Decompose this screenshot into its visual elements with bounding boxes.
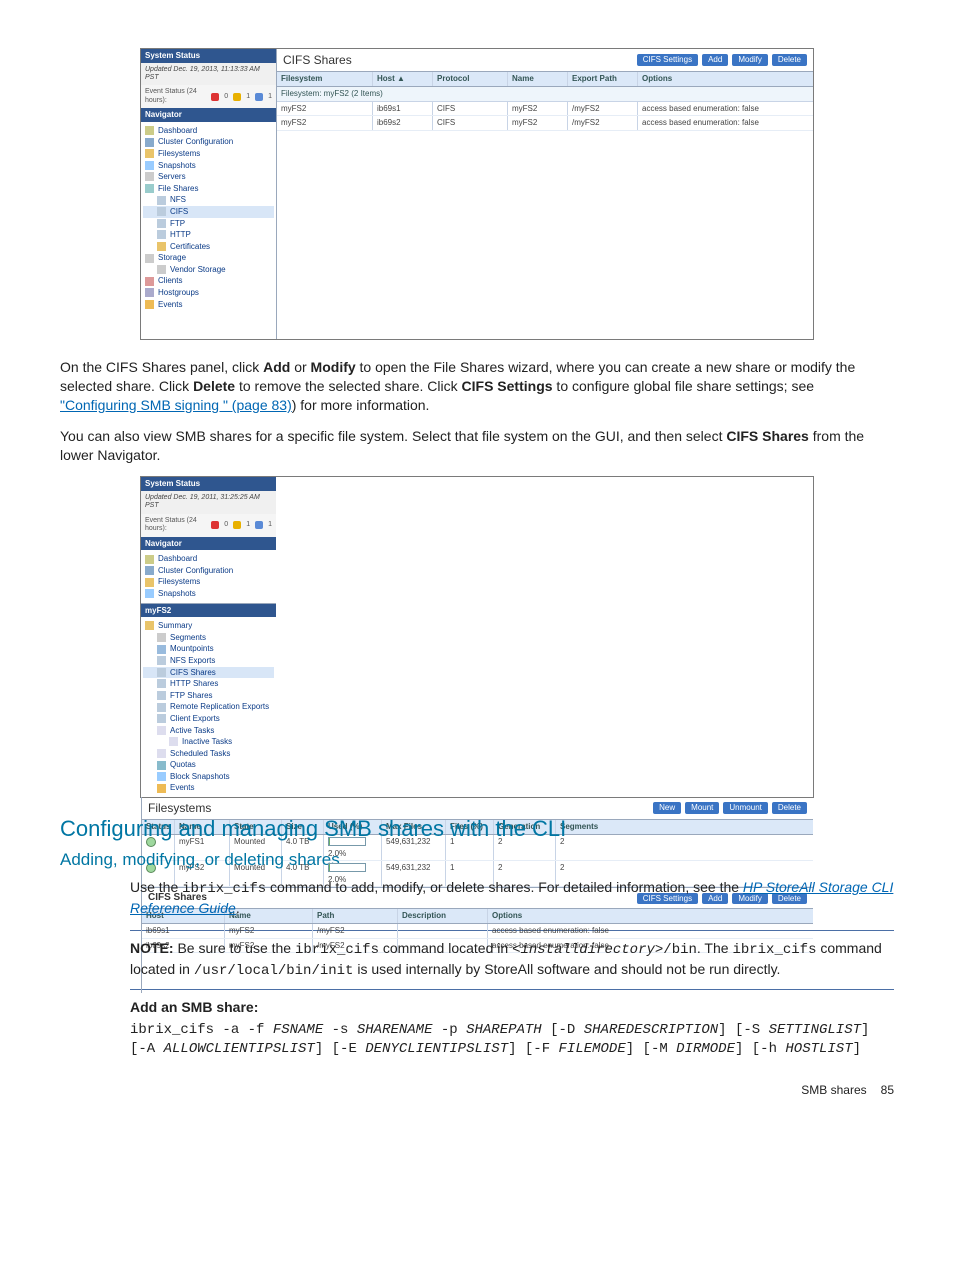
table-row[interactable]: ib69s1myFS2/myFS2access based enumeratio… — [142, 924, 813, 939]
page-footer: SMB shares85 — [60, 1083, 894, 1097]
subnav-summary[interactable]: Summary — [143, 620, 274, 632]
event-status-icons: 0 1 1 — [211, 521, 272, 529]
system-status-title: System Status — [141, 49, 276, 63]
delete-button[interactable]: Delete — [772, 54, 807, 66]
nav-cifs[interactable]: CIFS — [143, 206, 274, 218]
navigator-title: Navigator — [141, 537, 276, 551]
panel-title-cifs: CIFS Shares — [283, 53, 352, 67]
cifs-shares-screenshot: System Status Updated Dec. 19, 2013, 11:… — [140, 48, 814, 340]
add-smb-share-heading: Add an SMB share: — [130, 998, 894, 1017]
nav-snapshots[interactable]: Snapshots — [143, 588, 274, 600]
nav-cluster-config[interactable]: Cluster Configuration — [143, 565, 274, 577]
subnav-cifs-shares[interactable]: CIFS Shares — [143, 667, 274, 679]
mount-button[interactable]: Mount — [685, 802, 719, 814]
nav-http[interactable]: HTTP — [143, 229, 274, 241]
subnav-http-shares[interactable]: HTTP Shares — [143, 678, 274, 690]
nav-hostgroups[interactable]: Hostgroups — [143, 287, 274, 299]
code-block: ibrix_cifs -a -f FSNAME -s SHARENAME -p … — [130, 1021, 894, 1059]
cifs-settings-button[interactable]: CIFS Settings — [637, 54, 698, 66]
subnav-ftp-shares[interactable]: FTP Shares — [143, 690, 274, 702]
fs-subnav-title: myFS2 — [141, 603, 276, 618]
subnav-scheduled-tasks[interactable]: Scheduled Tasks — [143, 748, 274, 760]
subnav-client-exports[interactable]: Client Exports — [143, 713, 274, 725]
subnav-mountpoints[interactable]: Mountpoints — [143, 643, 274, 655]
table-row[interactable]: myFS2ib69s1CIFSmyFS2/myFS2access based e… — [277, 102, 813, 117]
subnav-block-snapshots[interactable]: Block Snapshots — [143, 771, 274, 783]
navigator-tree: Dashboard Cluster Configuration Filesyst… — [141, 122, 276, 339]
nav-cluster-config[interactable]: Cluster Configuration — [143, 136, 274, 148]
nav-file-shares[interactable]: File Shares — [143, 183, 274, 195]
subnav-active-tasks[interactable]: Active Tasks — [143, 725, 274, 737]
nav-snapshots[interactable]: Snapshots — [143, 160, 274, 172]
nav-filesystems[interactable]: Filesystems — [143, 148, 274, 160]
subnav-events[interactable]: Events — [143, 782, 274, 794]
add-button[interactable]: Add — [702, 54, 728, 66]
nav-servers[interactable]: Servers — [143, 171, 274, 183]
event-status-icons: 0 1 1 — [211, 93, 272, 101]
note-paragraph: NOTE: Be sure to use the ibrix_cifs comm… — [130, 939, 894, 981]
body-paragraph: You can also view SMB shares for a speci… — [60, 427, 894, 465]
updated-timestamp: Updated Dec. 19, 2011, 31:25:25 AM PST — [141, 491, 276, 514]
system-status-title: System Status — [141, 477, 276, 491]
nav-nfs[interactable]: NFS — [143, 194, 274, 206]
cifs-grid-header: Filesystem Host ▲ Protocol Name Export P… — [277, 72, 813, 87]
navigator-title: Navigator — [141, 108, 276, 122]
nav-dashboard[interactable]: Dashboard — [143, 553, 274, 565]
modify-button[interactable]: Modify — [732, 54, 768, 66]
delete-button[interactable]: Delete — [772, 802, 807, 814]
nav-clients[interactable]: Clients — [143, 275, 274, 287]
nav-storage[interactable]: Storage — [143, 252, 274, 264]
body-paragraph: On the CIFS Shares panel, click Add or M… — [60, 358, 894, 415]
nav-events[interactable]: Events — [143, 299, 274, 311]
new-button[interactable]: New — [653, 802, 681, 814]
subnav-remote-replication[interactable]: Remote Replication Exports — [143, 701, 274, 713]
nav-certificates[interactable]: Certificates — [143, 241, 274, 253]
subnav-quotas[interactable]: Quotas — [143, 759, 274, 771]
nav-filesystems[interactable]: Filesystems — [143, 576, 274, 588]
nav-vendor-storage[interactable]: Vendor Storage — [143, 264, 274, 276]
cifs-group-row[interactable]: Filesystem: myFS2 (2 Items) — [277, 87, 813, 102]
event-status-label: Event Status (24 hours): — [145, 88, 211, 105]
cifs-sub-grid-header: HostNamePathDescriptionOptions — [142, 909, 813, 924]
updated-timestamp: Updated Dec. 19, 2013, 11:13:33 AM PST — [141, 63, 276, 86]
filesystems-panel-title: Filesystems — [148, 801, 211, 815]
config-smb-signing-link[interactable]: "Configuring SMB signing " (page 83) — [60, 397, 292, 413]
table-row[interactable]: myFS2ib69s2CIFSmyFS2/myFS2access based e… — [277, 116, 813, 131]
nav-ftp[interactable]: FTP — [143, 218, 274, 230]
subnav-inactive-tasks[interactable]: Inactive Tasks — [143, 736, 274, 748]
filesystems-screenshot: System Status Updated Dec. 19, 2011, 31:… — [140, 476, 814, 798]
nav-dashboard[interactable]: Dashboard — [143, 125, 274, 137]
subnav-nfs-exports[interactable]: NFS Exports — [143, 655, 274, 667]
unmount-button[interactable]: Unmount — [723, 802, 767, 814]
subnav-segments[interactable]: Segments — [143, 632, 274, 644]
event-status-label: Event Status (24 hours): — [145, 517, 211, 534]
